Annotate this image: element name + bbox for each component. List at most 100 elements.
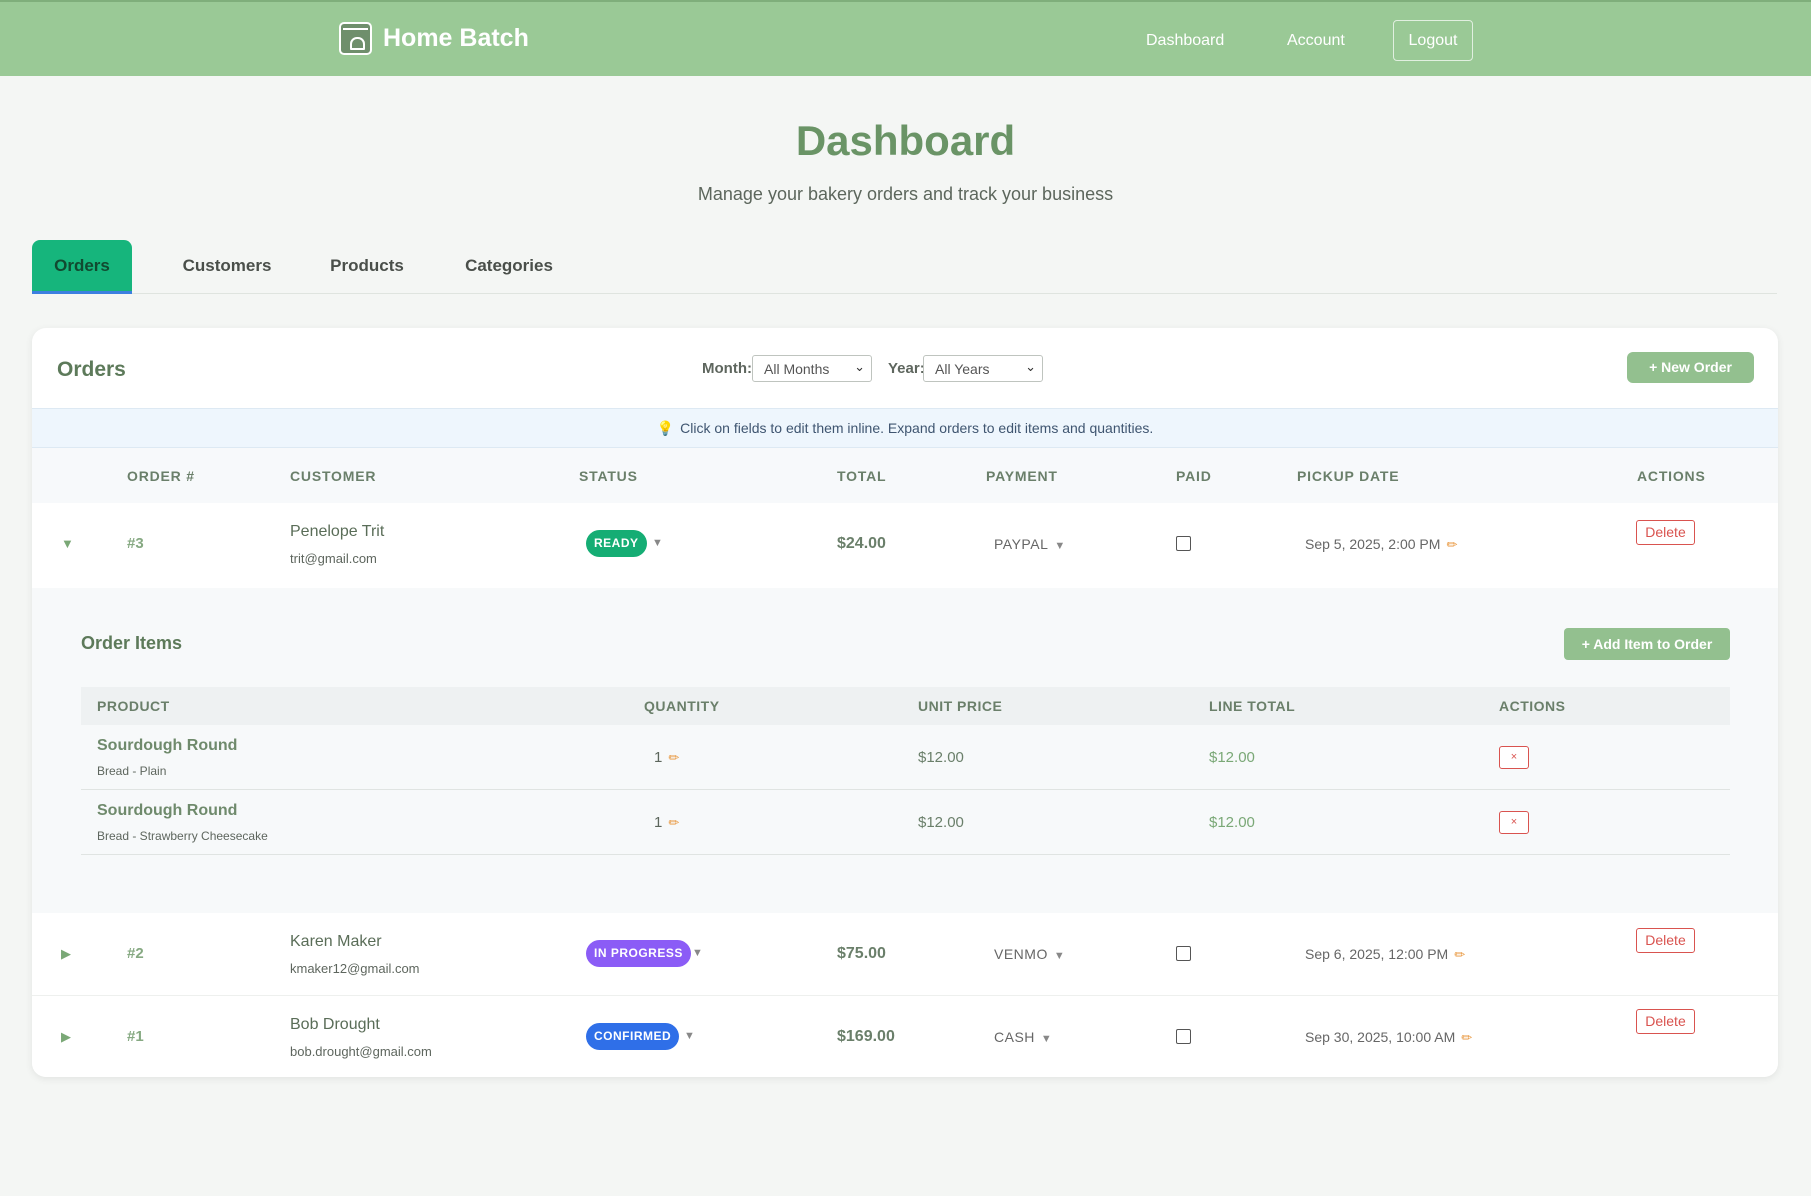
col-total: TOTAL [837,468,887,484]
quantity-value: 1 [654,749,663,766]
expand-triangle-icon[interactable]: ▶ [61,1029,71,1045]
tab-customers[interactable]: Customers [162,240,292,294]
col-pickup-date: PICKUP DATE [1297,468,1400,484]
order-total: $24.00 [837,535,886,552]
delete-button[interactable]: Delete [1636,520,1695,545]
caret-down-icon[interactable]: ▼ [692,947,703,959]
orders-title: Orders [57,358,126,381]
col-item-actions: ACTIONS [1499,698,1566,714]
pickup-date[interactable]: Sep 6, 2025, 12:00 PM ✏ [1305,946,1465,963]
customer-name[interactable]: Bob Drought [290,1016,380,1034]
col-actions: ACTIONS [1637,468,1706,484]
status-badge[interactable]: IN PROGRESS [586,940,691,967]
caret-down-icon: ▼ [1040,1033,1053,1045]
tab-categories[interactable]: Categories [444,240,574,294]
order-number: #2 [127,945,144,962]
order-total: $169.00 [837,1028,895,1045]
paid-checkbox[interactable] [1176,1029,1191,1044]
delete-button[interactable]: Delete [1636,1009,1695,1034]
orders-card: Orders Month: All Months ⌄ Year: All Yea… [32,328,1778,1077]
lightbulb-icon: 💡 [656,420,675,436]
col-quantity: QUANTITY [644,698,720,714]
delete-button[interactable]: Delete [1636,928,1695,953]
remove-item-button[interactable]: × [1499,811,1529,834]
item-product: Sourdough Round [97,802,238,819]
tab-orders[interactable]: Orders [32,240,132,294]
logout-button[interactable]: Logout [1393,20,1473,61]
nav-account-link[interactable]: Account [1287,32,1345,50]
caret-down-icon[interactable]: ▼ [652,537,663,549]
pencil-icon[interactable]: ✏ [668,750,679,765]
item-variant: Bread - Plain [97,764,167,778]
orders-table-header: ORDER # CUSTOMER STATUS TOTAL PAYMENT PA… [32,448,1778,503]
brand[interactable]: Home Batch [339,22,529,55]
table-row[interactable]: ▼ #3 Penelope Trit trit@gmail.com READY … [32,503,1778,588]
payment-value: VENMO [994,946,1048,962]
order-item-row: Sourdough Round Bread - Plain 1 ✏ $12.00 … [81,725,1730,790]
payment-method[interactable]: PAYPAL ▼ [994,536,1066,552]
item-line-total: $12.00 [1209,814,1255,831]
pencil-icon[interactable]: ✏ [668,815,679,830]
pencil-icon[interactable]: ✏ [1461,1030,1472,1045]
item-quantity[interactable]: 1 ✏ [654,749,679,766]
caret-down-icon: ▼ [1054,540,1066,552]
chevron-down-icon: ⌄ [854,359,865,374]
item-line-total: $12.00 [1209,749,1255,766]
year-select-value: All Years [935,361,990,377]
order-items-header: PRODUCT QUANTITY UNIT PRICE LINE TOTAL A… [81,687,1730,725]
info-banner: 💡 Click on fields to edit them inline. Ex… [32,408,1778,448]
item-product: Sourdough Round [97,737,238,754]
col-unit-price: UNIT PRICE [918,698,1003,714]
tab-bar: Orders Customers Products Categories [32,240,1777,294]
nav-dashboard-link[interactable]: Dashboard [1146,32,1224,50]
order-items-title: Order Items [81,633,183,653]
pickup-value: Sep 5, 2025, 2:00 PM [1305,536,1441,552]
page-title: Dashboard [795,117,1016,164]
order-items-panel: Order Items + Add Item to Order PRODUCT … [32,588,1778,913]
pickup-date[interactable]: Sep 30, 2025, 10:00 AM ✏ [1305,1029,1472,1046]
col-customer: CUSTOMER [290,468,377,484]
page-subtitle: Manage your bakery orders and track your… [697,184,1114,204]
pencil-icon[interactable]: ✏ [1454,947,1465,962]
new-order-button[interactable]: + New Order [1627,352,1754,383]
order-items-table: PRODUCT QUANTITY UNIT PRICE LINE TOTAL A… [81,687,1730,855]
oven-icon [339,22,372,55]
col-payment: PAYMENT [986,468,1058,484]
table-row[interactable]: ▶ #1 Bob Drought bob.drought@gmail.com C… [32,996,1778,1077]
col-order-num: ORDER # [127,468,195,484]
caret-down-icon: ▼ [1053,950,1066,962]
status-badge[interactable]: READY [586,530,647,557]
expand-triangle-icon[interactable]: ▶ [61,946,71,962]
order-item-row: Sourdough Round Bread - Strawberry Chees… [81,790,1730,855]
item-unit-price: $12.00 [918,749,964,766]
col-status: STATUS [579,468,638,484]
status-badge[interactable]: CONFIRMED [586,1023,680,1050]
order-total: $75.00 [837,945,886,962]
customer-email: trit@gmail.com [290,551,377,566]
payment-method[interactable]: VENMO ▼ [994,946,1065,962]
pickup-date[interactable]: Sep 5, 2025, 2:00 PM ✏ [1305,536,1457,553]
top-navbar: Home Batch Dashboard Account Logout [0,0,1811,76]
caret-down-icon[interactable]: ▼ [684,1030,695,1042]
order-number: #1 [127,1028,144,1045]
year-select[interactable]: All Years ⌄ [923,355,1043,382]
payment-method[interactable]: CASH ▼ [994,1029,1052,1045]
item-quantity[interactable]: 1 ✏ [654,814,679,831]
collapse-triangle-icon[interactable]: ▼ [61,536,74,551]
table-row[interactable]: ▶ #2 Karen Maker kmaker12@gmail.com IN P… [32,913,1778,995]
order-number: #3 [127,535,144,552]
month-select[interactable]: All Months ⌄ [752,355,872,382]
customer-name[interactable]: Penelope Trit [290,523,384,541]
info-text: Click on fields to edit them inline. Exp… [680,420,1154,436]
add-item-button[interactable]: + Add Item to Order [1564,628,1730,660]
paid-checkbox[interactable] [1176,946,1191,961]
pencil-icon[interactable]: ✏ [1446,537,1457,552]
customer-name[interactable]: Karen Maker [290,933,382,951]
paid-checkbox[interactable] [1176,536,1191,551]
payment-value: PAYPAL [994,536,1049,552]
remove-item-button[interactable]: × [1499,746,1529,769]
customer-email: bob.drought@gmail.com [290,1044,432,1059]
tab-products[interactable]: Products [302,240,432,294]
month-filter-label: Month: [702,360,752,377]
brand-name: Home Batch [383,24,529,52]
